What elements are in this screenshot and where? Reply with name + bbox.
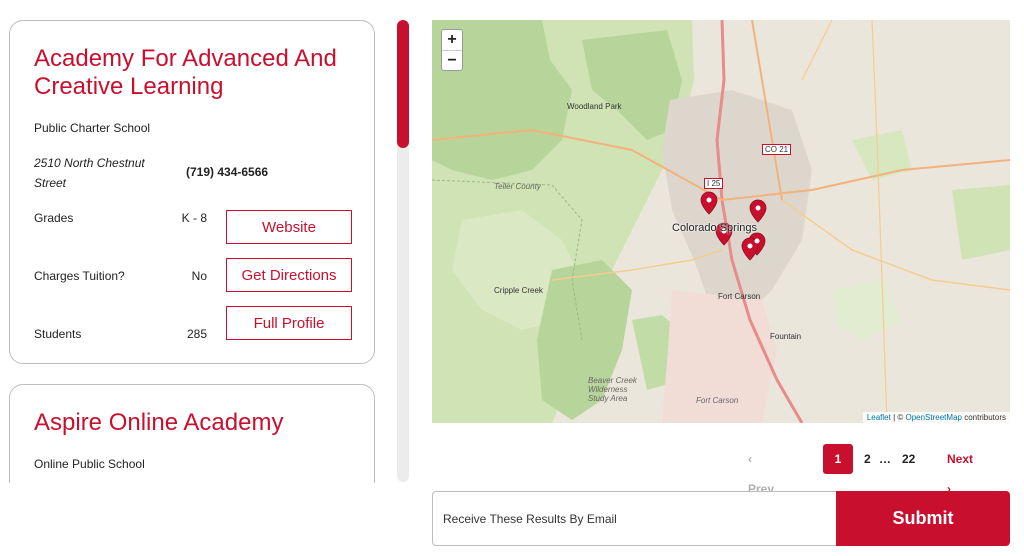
attribution-contributors: contributors [961, 413, 1006, 422]
osm-link[interactable]: OpenStreetMap [905, 413, 961, 422]
map-label-cripple-creek: Cripple Creek [494, 286, 543, 295]
school-card: Aspire Online Academy Online Public Scho… [9, 384, 375, 483]
map-label-fort-carson-town: Fort Carson [718, 292, 761, 301]
page-1-button[interactable]: 1 [823, 444, 853, 474]
website-button[interactable]: Website [226, 210, 352, 244]
map-label-teller-county: Teller County [494, 182, 541, 191]
leaflet-link[interactable]: Leaflet [867, 413, 891, 422]
grades-label: Grades [34, 211, 74, 225]
map-label-co21: CO 21 [762, 144, 792, 155]
submit-button[interactable]: Submit [836, 491, 1010, 546]
full-profile-button[interactable]: Full Profile [226, 306, 352, 340]
school-name[interactable]: Aspire Online Academy [34, 409, 364, 437]
students-value: 285 [186, 327, 207, 341]
school-address: 2510 North Chestnut Street [34, 156, 145, 190]
results-scrollbar[interactable] [397, 20, 409, 482]
school-card: Academy For Advanced And Creative Learni… [9, 20, 375, 364]
zoom-out-button[interactable]: − [442, 51, 462, 71]
map-label-beaver-creek: Beaver Creek Wilderness Study Area [588, 376, 637, 403]
school-phone: (719) 434-6566 [186, 165, 269, 179]
pagination-ellipsis: … [879, 452, 891, 466]
next-page-button[interactable]: Next › [947, 444, 973, 496]
zoom-control: + − [441, 29, 463, 71]
grades-value: K - 8 [181, 211, 207, 225]
map-label-fort-carson-area: Fort Carson [696, 396, 739, 405]
tuition-value: No [191, 269, 207, 283]
map-attribution: Leaflet | © OpenStreetMap contributors [862, 412, 1010, 423]
email-results-input[interactable] [432, 491, 836, 546]
prev-page-button[interactable]: ‹ Prev [748, 444, 774, 496]
attribution-separator: | © [890, 413, 906, 422]
scrollbar-thumb[interactable] [397, 20, 409, 148]
page-22-button[interactable]: 22 [902, 444, 915, 474]
school-name[interactable]: Academy For Advanced And Creative Learni… [34, 45, 364, 101]
school-type: Online Public School [34, 457, 145, 471]
zoom-in-button[interactable]: + [442, 30, 462, 51]
map-label-i25: I 25 [704, 178, 724, 189]
map-label-fountain: Fountain [770, 332, 802, 341]
map-label-colorado-springs: Colorado Springs [672, 222, 757, 234]
map-label-woodland-park: Woodland Park [567, 102, 622, 111]
students-label: Students [34, 327, 82, 341]
tuition-label: Charges Tuition? [34, 269, 125, 283]
school-type: Public Charter School [34, 121, 151, 135]
map[interactable]: Woodland Park Teller County Colorado Spr… [432, 20, 1010, 423]
page-2-button[interactable]: 2 [864, 444, 871, 474]
results-list: Academy For Advanced And Creative Learni… [0, 0, 392, 483]
get-directions-button[interactable]: Get Directions [226, 258, 352, 292]
